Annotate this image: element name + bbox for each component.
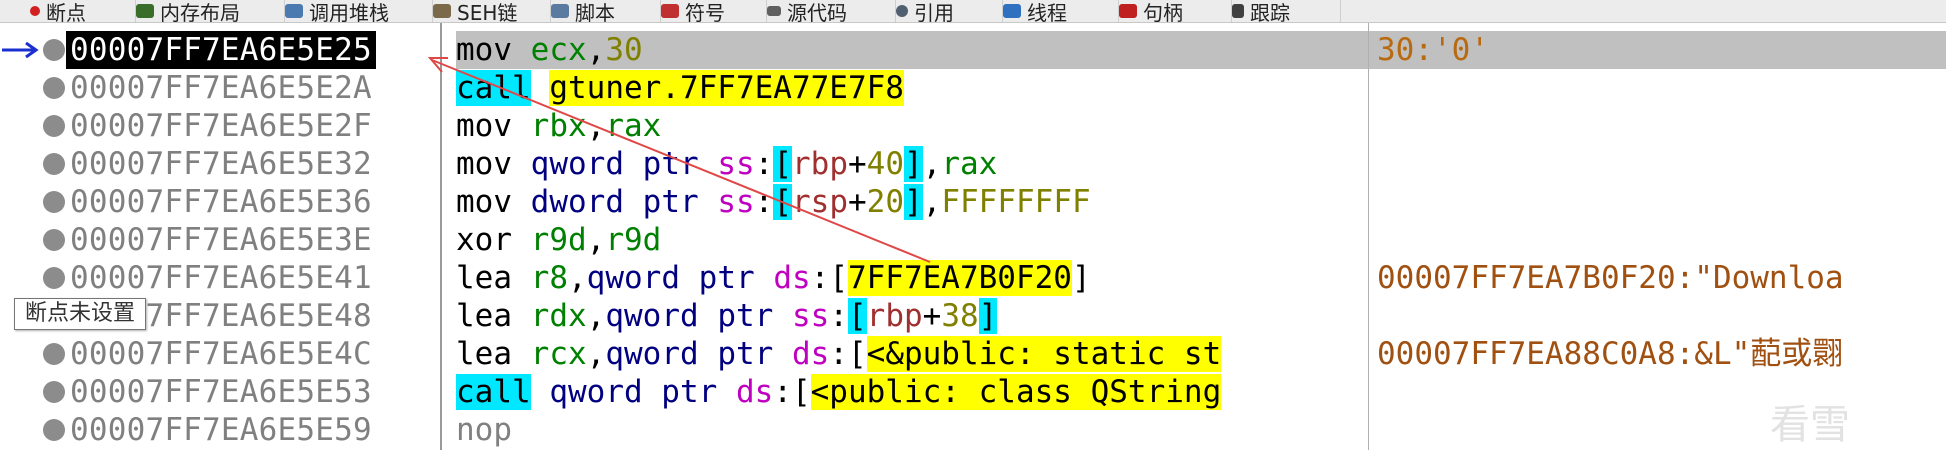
annotation-arrow-icon [427, 57, 931, 263]
watermark: 看雪 [1770, 402, 1850, 448]
breakpoint-tooltip: 断点未设置 [14, 298, 147, 330]
